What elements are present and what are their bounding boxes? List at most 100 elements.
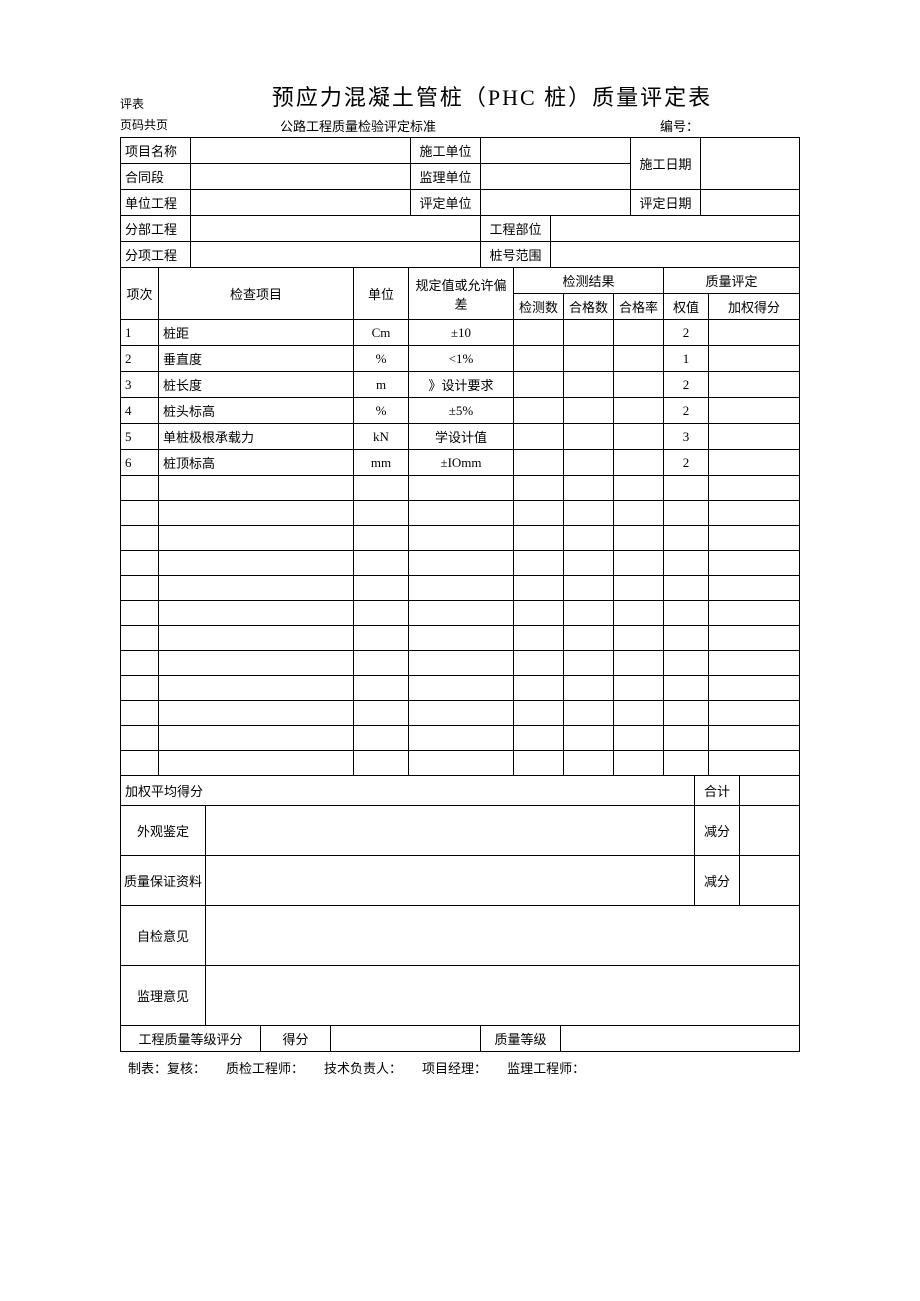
sig-a: 制表：复核： <box>128 1058 206 1077</box>
table-cell: ±10 <box>409 320 514 346</box>
table-cell <box>664 751 709 776</box>
table-cell <box>159 676 354 701</box>
table-cell <box>354 626 409 651</box>
table-row <box>121 551 800 576</box>
table-cell <box>564 601 614 626</box>
table-cell <box>159 651 354 676</box>
val-construct-date <box>701 138 800 190</box>
table-cell <box>709 501 800 526</box>
table-cell <box>614 751 664 776</box>
table-cell <box>614 676 664 701</box>
table-cell <box>514 372 564 398</box>
label-qa-docs: 质量保证资料 <box>121 856 206 906</box>
table-cell <box>614 424 664 450</box>
table-cell: % <box>354 346 409 372</box>
label-score: 得分 <box>261 1026 331 1052</box>
table-cell <box>159 501 354 526</box>
standard-label: 公路工程质量检验评定标准 <box>230 116 660 135</box>
table-cell <box>709 476 800 501</box>
table-cell <box>409 576 514 601</box>
label-grade-eval: 工程质量等级评分 <box>121 1026 261 1052</box>
footer-signatures: 制表：复核： 质检工程师： 技术负责人： 项目经理： 监理工程师： <box>120 1058 800 1077</box>
table-cell <box>564 476 614 501</box>
table-cell <box>159 726 354 751</box>
label-appearance: 外观鉴定 <box>121 806 206 856</box>
label-supervise-opinion: 监理意见 <box>121 966 206 1026</box>
table-cell <box>709 526 800 551</box>
table-cell <box>614 601 664 626</box>
table-cell <box>121 526 159 551</box>
table-cell <box>664 576 709 601</box>
label-item-project: 分项工程 <box>121 242 191 268</box>
th-test-count: 检测数 <box>514 294 564 320</box>
table-row: 4桩头标高%±5%2 <box>121 398 800 424</box>
table-cell: ±5% <box>409 398 514 424</box>
table-cell <box>709 346 800 372</box>
info-table: 项目名称 施工单位 施工日期 合同段 监理单位 单位工程 评定单位 评定日期 <box>120 137 800 216</box>
table-cell <box>709 372 800 398</box>
table-cell <box>664 476 709 501</box>
label-eval-date: 评定日期 <box>631 190 701 216</box>
table-cell <box>614 526 664 551</box>
table-cell: 桩头标高 <box>159 398 354 424</box>
table-cell <box>159 526 354 551</box>
table-cell <box>664 726 709 751</box>
val-qa-docs <box>206 856 695 906</box>
table-cell <box>121 751 159 776</box>
table-cell <box>409 476 514 501</box>
val-contract <box>191 164 411 190</box>
table-cell <box>159 476 354 501</box>
table-cell <box>514 751 564 776</box>
table-cell <box>354 501 409 526</box>
table-cell <box>354 676 409 701</box>
small-left-label: 评表 <box>120 95 144 112</box>
table-cell <box>121 551 159 576</box>
table-cell: m <box>354 372 409 398</box>
table-cell: kN <box>354 424 409 450</box>
table-cell <box>121 726 159 751</box>
table-cell <box>409 751 514 776</box>
table-cell <box>614 346 664 372</box>
val-project-name <box>191 138 411 164</box>
table-cell: 桩长度 <box>159 372 354 398</box>
table-cell <box>409 651 514 676</box>
table-cell <box>564 372 614 398</box>
table-cell <box>564 450 614 476</box>
table-cell <box>614 501 664 526</box>
table-cell: 单桩极根承载力 <box>159 424 354 450</box>
table-cell <box>514 320 564 346</box>
table-cell <box>564 346 614 372</box>
label-construct-date: 施工日期 <box>631 138 701 190</box>
table-cell <box>354 651 409 676</box>
table-row <box>121 601 800 626</box>
table-cell <box>564 398 614 424</box>
table-cell <box>709 676 800 701</box>
table-cell <box>614 398 664 424</box>
table-cell <box>664 526 709 551</box>
label-sub-project: 分部工程 <box>121 216 191 242</box>
table-row <box>121 726 800 751</box>
table-cell <box>709 576 800 601</box>
table-cell: 1 <box>664 346 709 372</box>
table-cell: 6 <box>121 450 159 476</box>
table-cell <box>614 726 664 751</box>
table-cell <box>159 601 354 626</box>
table-cell <box>664 651 709 676</box>
table-cell <box>121 601 159 626</box>
table-cell <box>664 626 709 651</box>
page-number-label: 页码共页 <box>120 116 230 135</box>
val-part <box>551 216 800 242</box>
table-row <box>121 626 800 651</box>
table-cell <box>121 576 159 601</box>
table-cell <box>514 398 564 424</box>
table-cell <box>514 701 564 726</box>
table-cell <box>121 676 159 701</box>
th-weighted-score: 加权得分 <box>709 294 800 320</box>
sig-d: 项目经理： <box>422 1058 487 1077</box>
grade-table: 工程质量等级评分 得分 质量等级 <box>120 1025 800 1052</box>
table-cell <box>409 501 514 526</box>
table-cell <box>354 551 409 576</box>
table-row <box>121 476 800 501</box>
val-pile-range <box>551 242 800 268</box>
table-cell: 2 <box>664 320 709 346</box>
